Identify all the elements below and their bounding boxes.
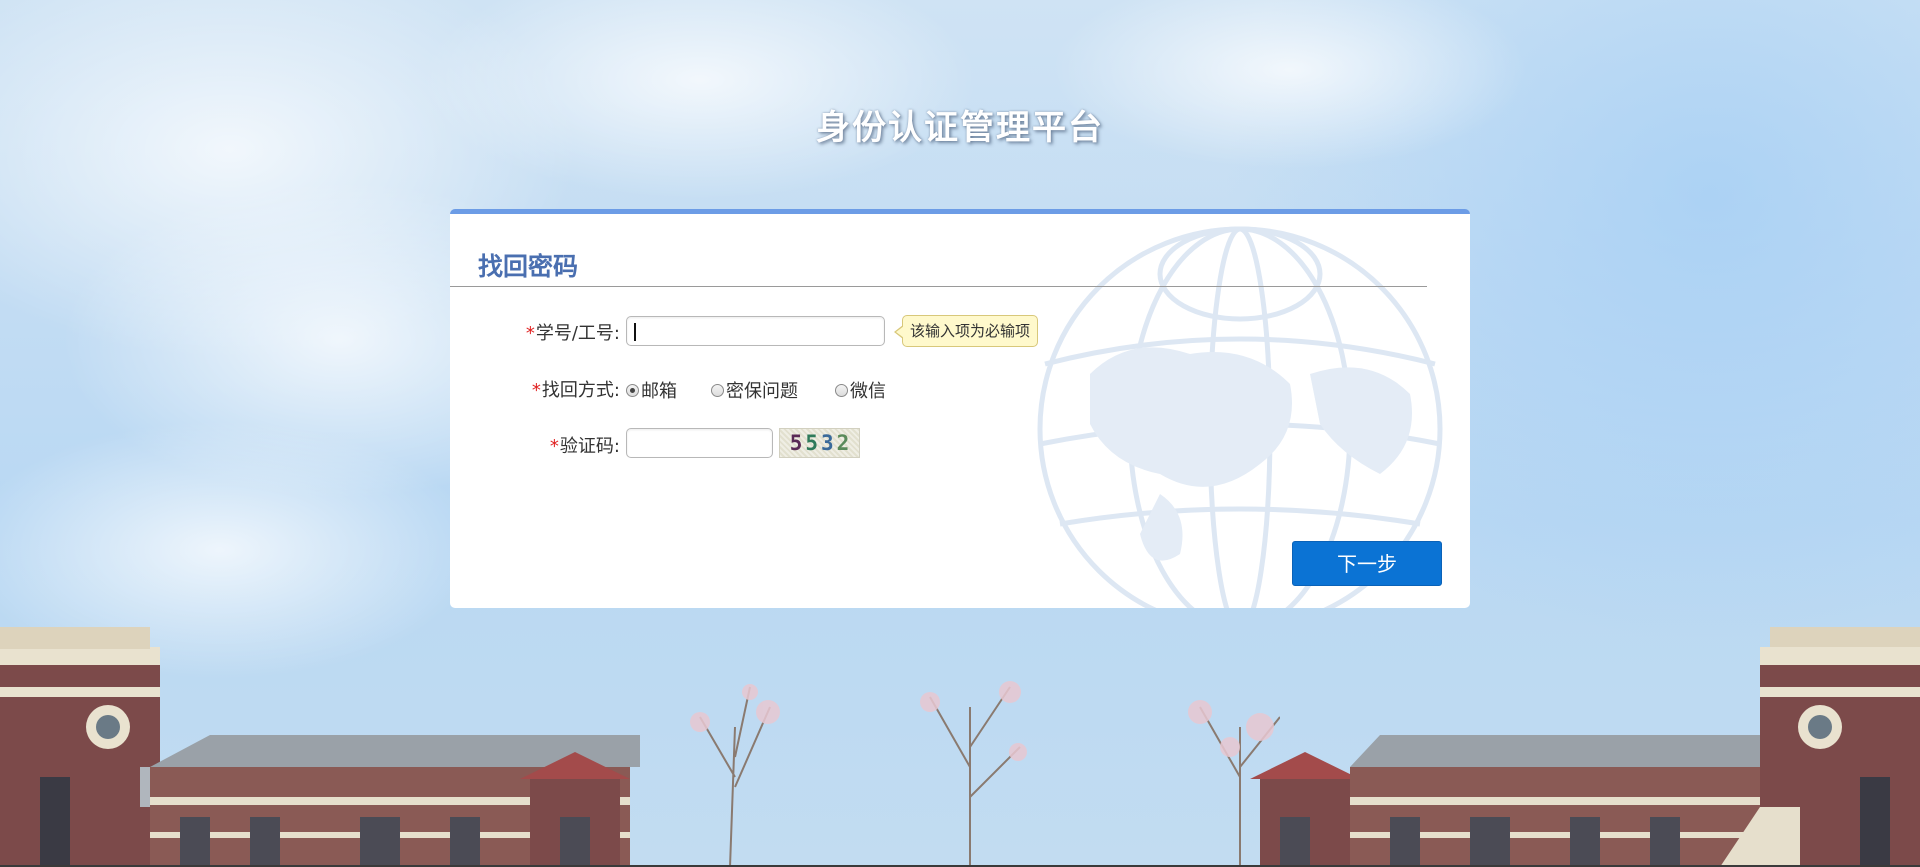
captcha-digit: 5	[805, 431, 818, 455]
campus-building-right	[1250, 627, 1920, 867]
next-step-button[interactable]: 下一步	[1292, 541, 1442, 586]
text-caret	[634, 323, 636, 341]
radio-circle[interactable]	[626, 383, 639, 397]
radio-circle[interactable]	[711, 383, 724, 397]
captcha-label-text: 验证码:	[559, 436, 620, 457]
captcha-digit: 5	[789, 431, 803, 455]
captcha-label: *验证码:	[550, 432, 620, 458]
radio-email-label: 邮箱	[641, 381, 677, 402]
required-mark: *	[531, 380, 541, 401]
captcha-digit: 2	[836, 431, 850, 455]
required-mark: *	[549, 436, 559, 457]
panel-title: 找回密码	[478, 252, 579, 281]
captcha-input[interactable]	[626, 428, 773, 458]
captcha-digit: 3	[821, 431, 834, 455]
recover-password-panel: 找回密码 *学号/工号: 该输入项为必输项 *找回方式: 邮箱 密保问题 微信 …	[450, 209, 1470, 608]
trees	[690, 681, 1280, 867]
student-id-label-text: 学号/工号:	[535, 323, 620, 344]
radio-wechat[interactable]: 微信	[835, 378, 886, 402]
radio-wechat-label: 微信	[850, 381, 886, 402]
radio-security-question-label: 密保问题	[726, 381, 798, 402]
recovery-method-label: *找回方式:	[532, 376, 620, 402]
radio-circle[interactable]	[835, 383, 848, 397]
captcha-image[interactable]: 5 5 3 2	[779, 428, 860, 458]
radio-security-question[interactable]: 密保问题	[711, 378, 798, 402]
required-tooltip: 该输入项为必输项	[893, 315, 1039, 347]
required-mark: *	[525, 323, 535, 344]
student-id-input[interactable]	[626, 316, 885, 346]
student-id-label: *学号/工号:	[526, 319, 620, 345]
title-divider	[450, 286, 1427, 287]
campus-building-left	[0, 627, 640, 867]
recovery-method-label-text: 找回方式:	[541, 380, 620, 401]
platform-title: 身份认证管理平台	[816, 108, 1104, 148]
radio-email[interactable]: 邮箱	[626, 378, 677, 402]
